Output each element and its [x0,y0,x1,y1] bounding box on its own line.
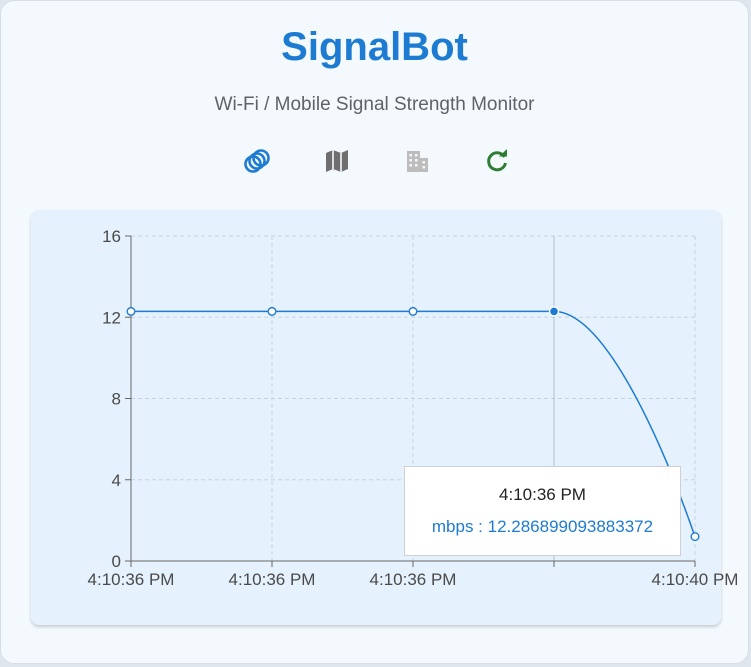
tooltip-value: mbps : 12.286899093883372 [431,517,654,536]
x-tick-label: 4:10:36 PM [229,570,316,589]
chart-tooltip: 4:10:36 PM mbps : 12.286899093883372 [404,466,681,556]
y-tick-label: 8 [112,390,121,409]
data-point [126,306,136,316]
x-tick-label: 4:10:40 PM [652,570,739,589]
y-tick-label: 12 [102,308,121,327]
data-point [267,306,277,316]
page-subtitle: Wi-Fi / Mobile Signal Strength Monitor [214,94,535,115]
data-point-active [548,306,560,317]
x-tick-label: 4:10:36 PM [88,570,175,589]
y-tick-label: 0 [112,552,121,571]
toolbar [1,146,748,176]
x-tick-label: 4:10:36 PM [370,570,457,589]
map-icon [326,150,348,172]
building-icon [407,151,428,172]
page-title: SignalBot [281,25,468,69]
chart-panel [31,210,721,625]
y-tick-label: 4 [112,471,121,490]
data-point [690,532,700,542]
rings-icon [244,149,270,173]
tooltip-time: 4:10:36 PM [499,485,586,504]
y-tick-label: 16 [102,227,121,246]
refresh-button[interactable] [482,146,512,176]
map-button[interactable] [322,146,352,176]
refresh-icon [487,149,507,172]
building-button[interactable] [402,146,432,176]
connection-button[interactable] [242,146,272,176]
data-point [408,306,418,316]
